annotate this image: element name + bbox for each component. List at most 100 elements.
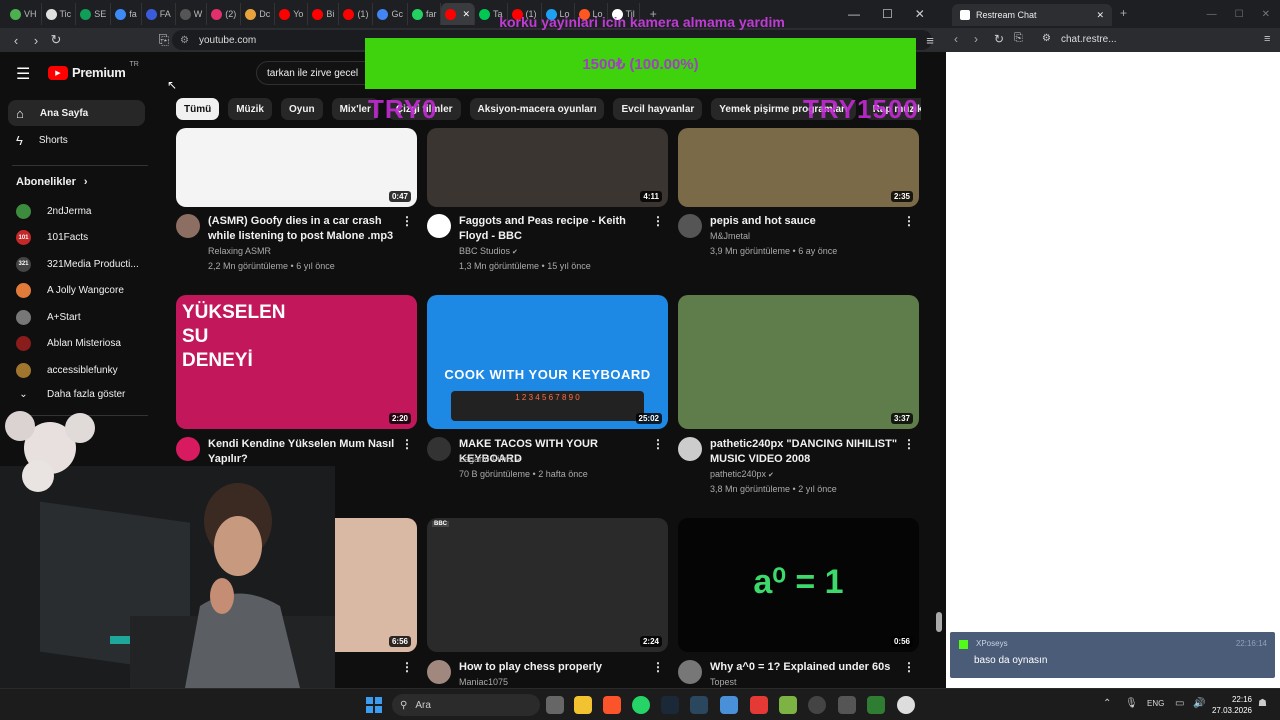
sidebar-item-shorts[interactable]: ϟ Shorts [8, 127, 145, 153]
channel-avatar[interactable] [427, 660, 451, 684]
chip[interactable]: Aksiyon-macera oyunları [469, 98, 605, 120]
video-title[interactable]: Kendi Kendine Yükselen Mum Nasıl Yapılır… [208, 437, 398, 466]
show-more-button[interactable]: ⌄ Daha fazla göster [16, 384, 146, 404]
chip[interactable]: Oyun [281, 98, 323, 120]
channel-avatar[interactable] [678, 214, 702, 238]
site-info-icon[interactable]: ⚙ [1042, 33, 1051, 44]
app-icon[interactable] [720, 696, 738, 714]
subscription-item[interactable]: 2ndJerma [16, 201, 146, 221]
more-options-icon[interactable]: ⋮ [401, 437, 413, 451]
browser-tab[interactable]: Tic [42, 3, 77, 25]
subscription-item[interactable]: Ablan Misteriosa [16, 334, 146, 354]
chip[interactable]: Evcil hayvanlar [613, 98, 703, 120]
reload-icon[interactable]: ↻ [994, 32, 1004, 46]
app-icon-3[interactable] [838, 696, 856, 714]
bookmark-icon[interactable]: ⎘ [1014, 32, 1023, 45]
browser-tab[interactable]: FA [142, 3, 176, 25]
menu-icon[interactable]: ≡ [1264, 33, 1270, 45]
channel-avatar[interactable] [678, 660, 702, 684]
sidebar-item-home[interactable]: ⌂ Ana Sayfa [8, 100, 145, 126]
maximize-icon[interactable]: ☐ [882, 7, 893, 21]
subscriptions-heading[interactable]: Abonelikler › [16, 176, 88, 188]
tray-chevron-icon[interactable]: ⌃ [1103, 698, 1111, 709]
browser-tab[interactable]: Dc [241, 3, 276, 25]
back-icon[interactable]: ‹ [954, 32, 958, 46]
steam-icon-2[interactable] [690, 696, 708, 714]
browser-tab[interactable]: Bi [308, 3, 340, 25]
reload-icon[interactable]: ↻ [46, 32, 66, 48]
whatsapp-icon[interactable] [632, 696, 650, 714]
start-icon[interactable] [366, 697, 382, 713]
channel-name[interactable]: Maniac1075 [459, 677, 508, 687]
channel-avatar[interactable] [176, 437, 200, 461]
browser-tab[interactable]: Yo [275, 3, 309, 25]
minimize-icon[interactable]: — [1207, 9, 1217, 20]
chat-url[interactable]: chat.restre... [1061, 34, 1117, 45]
chip[interactable]: Tümü [176, 98, 220, 120]
network-icon[interactable]: ▭ [1175, 698, 1184, 709]
back-icon[interactable]: ‹ [6, 33, 26, 48]
task-view-icon[interactable] [546, 696, 564, 714]
close-icon[interactable]: ✕ [1262, 9, 1270, 20]
youtube-logo[interactable]: ▶ Premium TR [48, 61, 139, 80]
more-options-icon[interactable]: ⋮ [652, 660, 664, 674]
tab-restream-chat[interactable]: Restream Chat ✕ [952, 4, 1112, 26]
channel-avatar[interactable] [176, 214, 200, 238]
mic-icon[interactable]: 🎙 [1125, 698, 1138, 709]
language-indicator[interactable]: ENG [1147, 699, 1164, 708]
brave-icon[interactable] [603, 696, 621, 714]
video-thumbnail[interactable]: YÜKSELEN SU DENEYİ 2:20 [176, 295, 417, 429]
video-thumbnail[interactable]: COOK WITH YOUR KEYBOARD 1 2 3 4 5 6 7 8 9… [427, 295, 668, 429]
channel-name[interactable]: Lagarto Films ✔ [459, 454, 521, 464]
file-explorer-icon[interactable] [574, 696, 592, 714]
more-options-icon[interactable]: ⋮ [652, 437, 664, 451]
channel-avatar[interactable] [678, 437, 702, 461]
video-title[interactable]: Why a^0 = 1? Explained under 60s [710, 660, 900, 675]
channel-name[interactable]: Relaxing ASMR [208, 246, 271, 256]
browser-tab[interactable]: VH [6, 3, 42, 25]
more-options-icon[interactable]: ⋮ [903, 437, 915, 451]
chip[interactable]: Müzik [228, 98, 272, 120]
video-title[interactable]: Faggots and Peas recipe - Keith Floyd - … [459, 214, 649, 243]
menu-icon[interactable]: ≡ [920, 33, 940, 48]
channel-name[interactable]: Topest [710, 677, 737, 687]
browser-tab[interactable]: (1) [339, 3, 374, 25]
new-tab-icon[interactable]: + [1120, 6, 1127, 20]
clock-date[interactable]: 27.03.2026 [1202, 706, 1252, 715]
obs-icon[interactable] [808, 696, 826, 714]
browser-tab[interactable]: Gc [373, 3, 408, 25]
browser-tab[interactable]: fa [111, 3, 142, 25]
video-title[interactable]: pepis and hot sauce [710, 214, 900, 229]
channel-avatar[interactable] [427, 214, 451, 238]
video-thumbnail[interactable]: a⁰ = 1 0:56 [678, 518, 919, 652]
close-tab-icon[interactable]: ✕ [1096, 10, 1104, 21]
video-thumbnail[interactable]: 2:35 [678, 128, 919, 207]
notifications-icon[interactable]: ☗ [1258, 698, 1267, 709]
minimize-icon[interactable]: — [848, 7, 860, 21]
video-thumbnail[interactable]: BBC 2:24 [427, 518, 668, 652]
video-title[interactable]: How to play chess properly [459, 660, 649, 675]
taskbar-search[interactable]: ⚲ Ara [392, 694, 540, 716]
browser-tab[interactable]: (2) [207, 3, 242, 25]
video-title[interactable]: (ASMR) Goofy dies in a car crash while l… [208, 214, 398, 243]
maximize-icon[interactable]: ☐ [1235, 9, 1244, 20]
browser-tab[interactable]: far [408, 3, 442, 25]
play-icon[interactable] [867, 696, 885, 714]
video-thumbnail[interactable]: 4:11 [427, 128, 668, 207]
subscription-item[interactable]: 321 321Media Producti... [16, 254, 146, 274]
video-thumbnail[interactable]: 0:47 [176, 128, 417, 207]
site-info-icon[interactable]: ⚙ [180, 35, 189, 46]
app-icon-2[interactable] [779, 696, 797, 714]
scrollbar-thumb[interactable] [936, 612, 942, 632]
channel-name[interactable]: M&Jmetal [710, 231, 750, 241]
more-options-icon[interactable]: ⋮ [401, 214, 413, 228]
bookmark-icon[interactable]: ⎘ [154, 32, 174, 48]
channel-name[interactable]: pathetic240px ✔ [710, 469, 774, 479]
video-title[interactable]: pathetic240px "DANCING NIHILIST" MUSIC V… [710, 437, 900, 466]
forward-icon[interactable]: › [974, 32, 978, 46]
media-icon[interactable] [897, 696, 915, 714]
subscription-item[interactable]: A Jolly Wangcore [16, 281, 146, 301]
forward-icon[interactable]: › [26, 33, 46, 48]
more-options-icon[interactable]: ⋮ [903, 214, 915, 228]
more-options-icon[interactable]: ⋮ [401, 660, 413, 674]
